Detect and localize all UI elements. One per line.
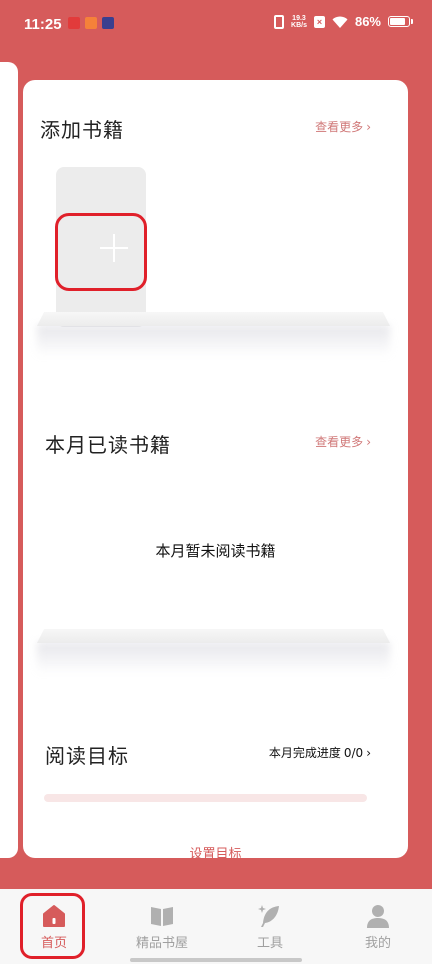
app-notification-icon [85,17,97,29]
previous-card-peek[interactable] [0,62,18,858]
nav-label: 工具 [256,936,283,951]
battery-percent: 86% [354,14,381,29]
chevron-right-icon: › [366,745,371,760]
gesture-home-bar[interactable] [130,958,302,962]
chevron-right-icon: › [366,434,371,449]
nav-tools[interactable]: 工具 [216,889,324,964]
play-notification-icon [102,17,114,29]
progress-label: 本月完成进度 [268,746,341,760]
feather-icon [258,905,279,927]
add-books-see-more[interactable]: 查看更多 › [315,118,371,135]
status-bar: 11:25 19.3 KB/s × 86% [0,0,432,48]
add-book-highlight [55,213,147,291]
home-tab-highlight [20,893,85,959]
nav-profile[interactable]: 我的 [324,889,432,964]
no-sim-icon: × [313,15,325,28]
monthly-read-title: 本月已读书籍 [45,433,171,457]
book-icon [151,907,173,926]
status-indicators: 19.3 KB/s × 86% [274,14,413,29]
battery-icon [388,16,413,27]
status-time: 11:25 [24,16,62,33]
network-speed: 19.3 KB/s [291,15,307,29]
shelf-shadow [37,325,390,357]
network-speed-value: 19.3 [292,14,306,22]
progress-value: 0/0 [343,745,364,760]
app-notification-icon [68,17,80,29]
network-speed-unit: KB/s [291,21,307,29]
bookshelf-board [37,629,390,643]
reading-goal-title: 阅读目标 [45,744,129,768]
notification-icons [68,17,114,29]
vibrate-icon [274,14,285,29]
bookshelf-board [37,312,390,326]
nav-label: 我的 [364,936,391,951]
wifi-icon [332,16,348,28]
nav-bookstore[interactable]: 精品书屋 [108,889,216,964]
battery-fill [390,18,406,25]
bookshelf-card: 添加书籍 查看更多 › 本月已读书籍 查看更多 › 本月暂未阅读书籍 阅读目标 … [23,80,408,858]
goal-progress-bar [44,794,367,802]
goal-progress-link[interactable]: 本月完成进度 0/0 › [269,744,371,761]
add-books-title: 添加书籍 [40,118,124,142]
chevron-right-icon: › [366,119,371,134]
nav-label: 精品书屋 [135,936,188,951]
monthly-empty-message: 本月暂未阅读书籍 [155,542,276,560]
shelf-shadow [37,642,390,674]
user-icon [367,905,389,928]
monthly-read-see-more[interactable]: 查看更多 › [315,433,371,450]
see-more-label: 查看更多 [315,435,364,449]
see-more-label: 查看更多 [315,120,364,134]
set-goal-button[interactable]: 设置目标 [23,843,408,858]
